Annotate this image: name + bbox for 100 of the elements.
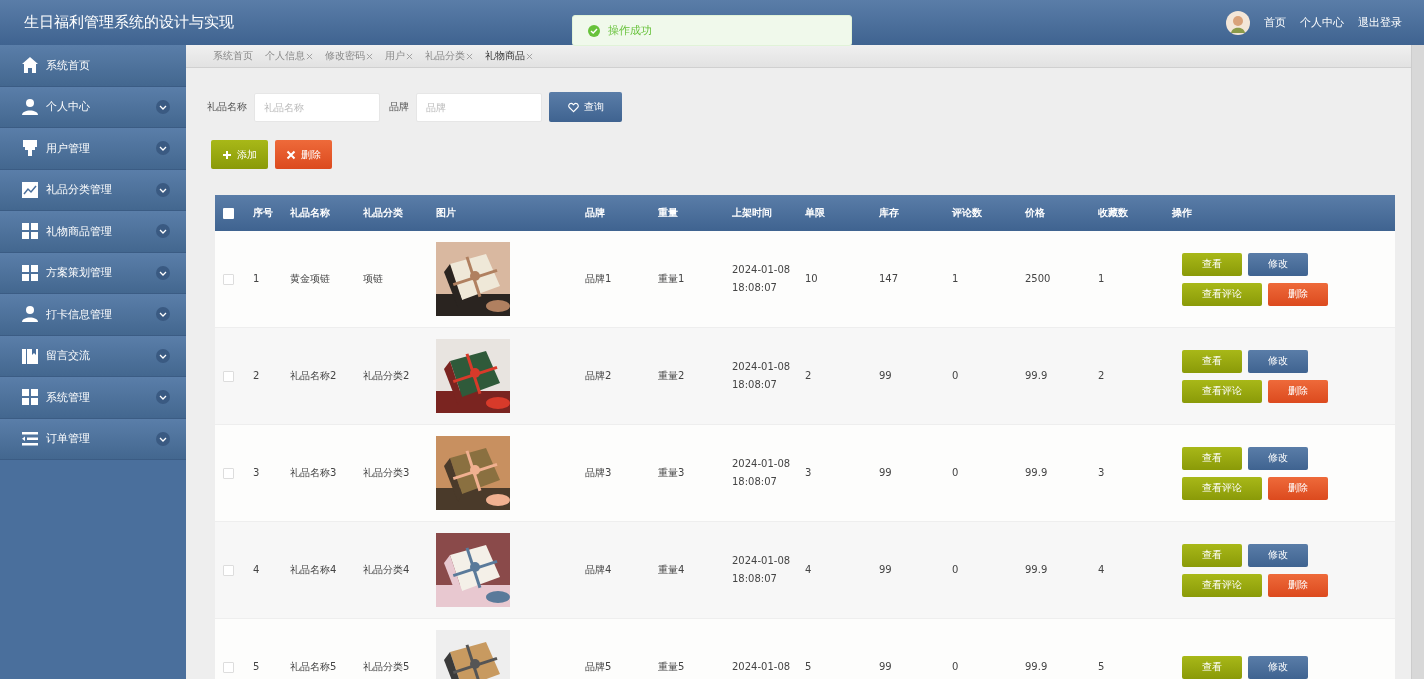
sidebar-item[interactable]: 个人中心 — [0, 86, 186, 128]
view-button[interactable]: 查看评论 — [1182, 573, 1262, 597]
view-button[interactable]: 查看 — [1182, 252, 1242, 276]
table-cell-text: 99 — [879, 660, 893, 674]
view-button[interactable]: 查看 — [1182, 655, 1242, 679]
field-label: 礼品名称 — [207, 100, 247, 114]
table-cell-text: 147 — [879, 272, 900, 286]
table-cell-text: 礼品分类4 — [363, 563, 411, 577]
chevron-down-icon — [156, 390, 170, 405]
search-button[interactable]: 查询 — [549, 92, 622, 122]
sidebar-item[interactable]: 系统首页 — [0, 45, 186, 87]
tab[interactable]: 礼物商品 — [485, 49, 533, 63]
table-cell-text: 99.9 — [1025, 660, 1049, 674]
table-cell-text: 品牌4 — [585, 563, 613, 577]
tab[interactable]: 系统首页 — [213, 49, 253, 63]
table-cell-text: 品牌1 — [585, 272, 613, 286]
edit-button[interactable]: 修改 — [1248, 655, 1308, 679]
table-cell-text: 重量4 — [658, 563, 686, 577]
close-icon — [526, 52, 533, 60]
checkbox[interactable] — [223, 564, 234, 576]
view-button[interactable]: 查看 — [1182, 349, 1242, 373]
column-header: 礼品名称 — [290, 206, 331, 220]
table-cell-text: 2024-01-08 — [732, 660, 792, 674]
chevron-down-icon — [156, 265, 170, 280]
table-cell-text: 2024-01-08 18:08:07 — [732, 263, 792, 295]
table-cell-text: 2024-01-08 18:08:07 — [732, 457, 792, 489]
add-button[interactable]: 添加 — [211, 140, 268, 169]
grid-icon — [21, 263, 39, 282]
checkbox[interactable] — [223, 661, 234, 673]
chevron-down-icon — [156, 307, 170, 322]
scrollbar[interactable] — [1411, 45, 1424, 679]
view-button[interactable]: 查看 — [1182, 543, 1242, 567]
table-cell-text: 2500 — [1025, 272, 1052, 286]
tab[interactable]: 礼品分类 — [425, 49, 473, 63]
delete-button[interactable]: 删除 — [275, 140, 332, 169]
table-cell-text: 重量3 — [658, 466, 686, 480]
table-cell-text: 1 — [952, 272, 960, 286]
sidebar-item[interactable]: 留言交流 — [0, 335, 186, 377]
table-cell-text: 99 — [879, 369, 893, 383]
column-header: 收藏数 — [1098, 206, 1129, 220]
sidebar-item[interactable]: 用户管理 — [0, 128, 186, 170]
edit-button[interactable]: 修改 — [1248, 543, 1308, 567]
view-button[interactable]: 查看评论 — [1182, 282, 1262, 306]
close-icon — [466, 52, 473, 60]
checkbox[interactable] — [223, 467, 234, 479]
table-cell-text: 2 — [805, 369, 813, 383]
delete-button[interactable]: 删除 — [1268, 282, 1328, 306]
column-header: 上架时间 — [732, 206, 773, 220]
sidebar-item[interactable]: 订单管理 — [0, 418, 186, 460]
view-button[interactable]: 查看评论 — [1182, 379, 1262, 403]
chevron-down-icon — [156, 182, 170, 197]
view-button[interactable]: 查看 — [1182, 446, 1242, 470]
tab[interactable]: 个人信息 — [265, 49, 313, 63]
table-cell-text: 99 — [879, 466, 893, 480]
table-cell-text: 礼品名称3 — [290, 466, 338, 480]
table-cell-text: 1 — [1098, 272, 1106, 286]
tab[interactable]: 修改密码 — [325, 49, 373, 63]
edit-button[interactable]: 修改 — [1248, 349, 1308, 373]
delete-button[interactable]: 删除 — [1268, 379, 1328, 403]
table-cell-text: 礼品名称2 — [290, 369, 338, 383]
header-link[interactable]: 首页 — [1264, 15, 1286, 30]
table-cell-text: 5 — [1098, 660, 1106, 674]
header-link[interactable]: 退出登录 — [1358, 15, 1402, 30]
table-cell-text: 品牌2 — [585, 369, 613, 383]
delete-button[interactable]: 删除 — [1268, 476, 1328, 500]
table-cell-text: 4 — [1098, 563, 1106, 577]
sidebar-item[interactable]: 系统管理 — [0, 377, 186, 419]
grid-icon — [21, 388, 39, 407]
table-cell-text: 99.9 — [1025, 369, 1049, 383]
view-button[interactable]: 查看评论 — [1182, 476, 1262, 500]
tab[interactable]: 用户 — [385, 49, 413, 63]
grid-icon — [21, 222, 39, 241]
edit-button[interactable]: 修改 — [1248, 252, 1308, 276]
sidebar-item[interactable]: 礼品分类管理 — [0, 169, 186, 211]
table-cell-text: 重量1 — [658, 272, 686, 286]
sidebar-item[interactable]: 礼物商品管理 — [0, 211, 186, 253]
table-cell-text: 礼品名称4 — [290, 563, 338, 577]
table-cell-text: 0 — [952, 660, 960, 674]
column-header: 品牌 — [585, 206, 606, 220]
edit-button[interactable]: 修改 — [1248, 446, 1308, 470]
heart-icon — [567, 101, 579, 113]
table-cell-text: 3 — [253, 466, 261, 480]
chevron-down-icon — [156, 224, 170, 239]
table-cell-text: 礼品分类2 — [363, 369, 411, 383]
checkbox[interactable] — [223, 273, 234, 285]
delete-button[interactable]: 删除 — [1268, 573, 1328, 597]
table-cell-text: 重量2 — [658, 369, 686, 383]
sidebar-item[interactable]: 打卡信息管理 — [0, 294, 186, 336]
header-link[interactable]: 个人中心 — [1300, 15, 1344, 30]
sidebar-item[interactable]: 方案策划管理 — [0, 252, 186, 294]
plus-icon — [222, 149, 232, 160]
table-cell-text: 4 — [805, 563, 813, 577]
table-cell-text: 0 — [952, 466, 960, 480]
user-icon — [21, 305, 39, 324]
table-cell-text: 4 — [253, 563, 261, 577]
checkbox[interactable] — [223, 207, 234, 219]
avatar-icon — [1226, 10, 1250, 35]
success-icon — [588, 24, 600, 37]
checkbox[interactable] — [223, 370, 234, 382]
table-cell-text: 0 — [952, 563, 960, 577]
